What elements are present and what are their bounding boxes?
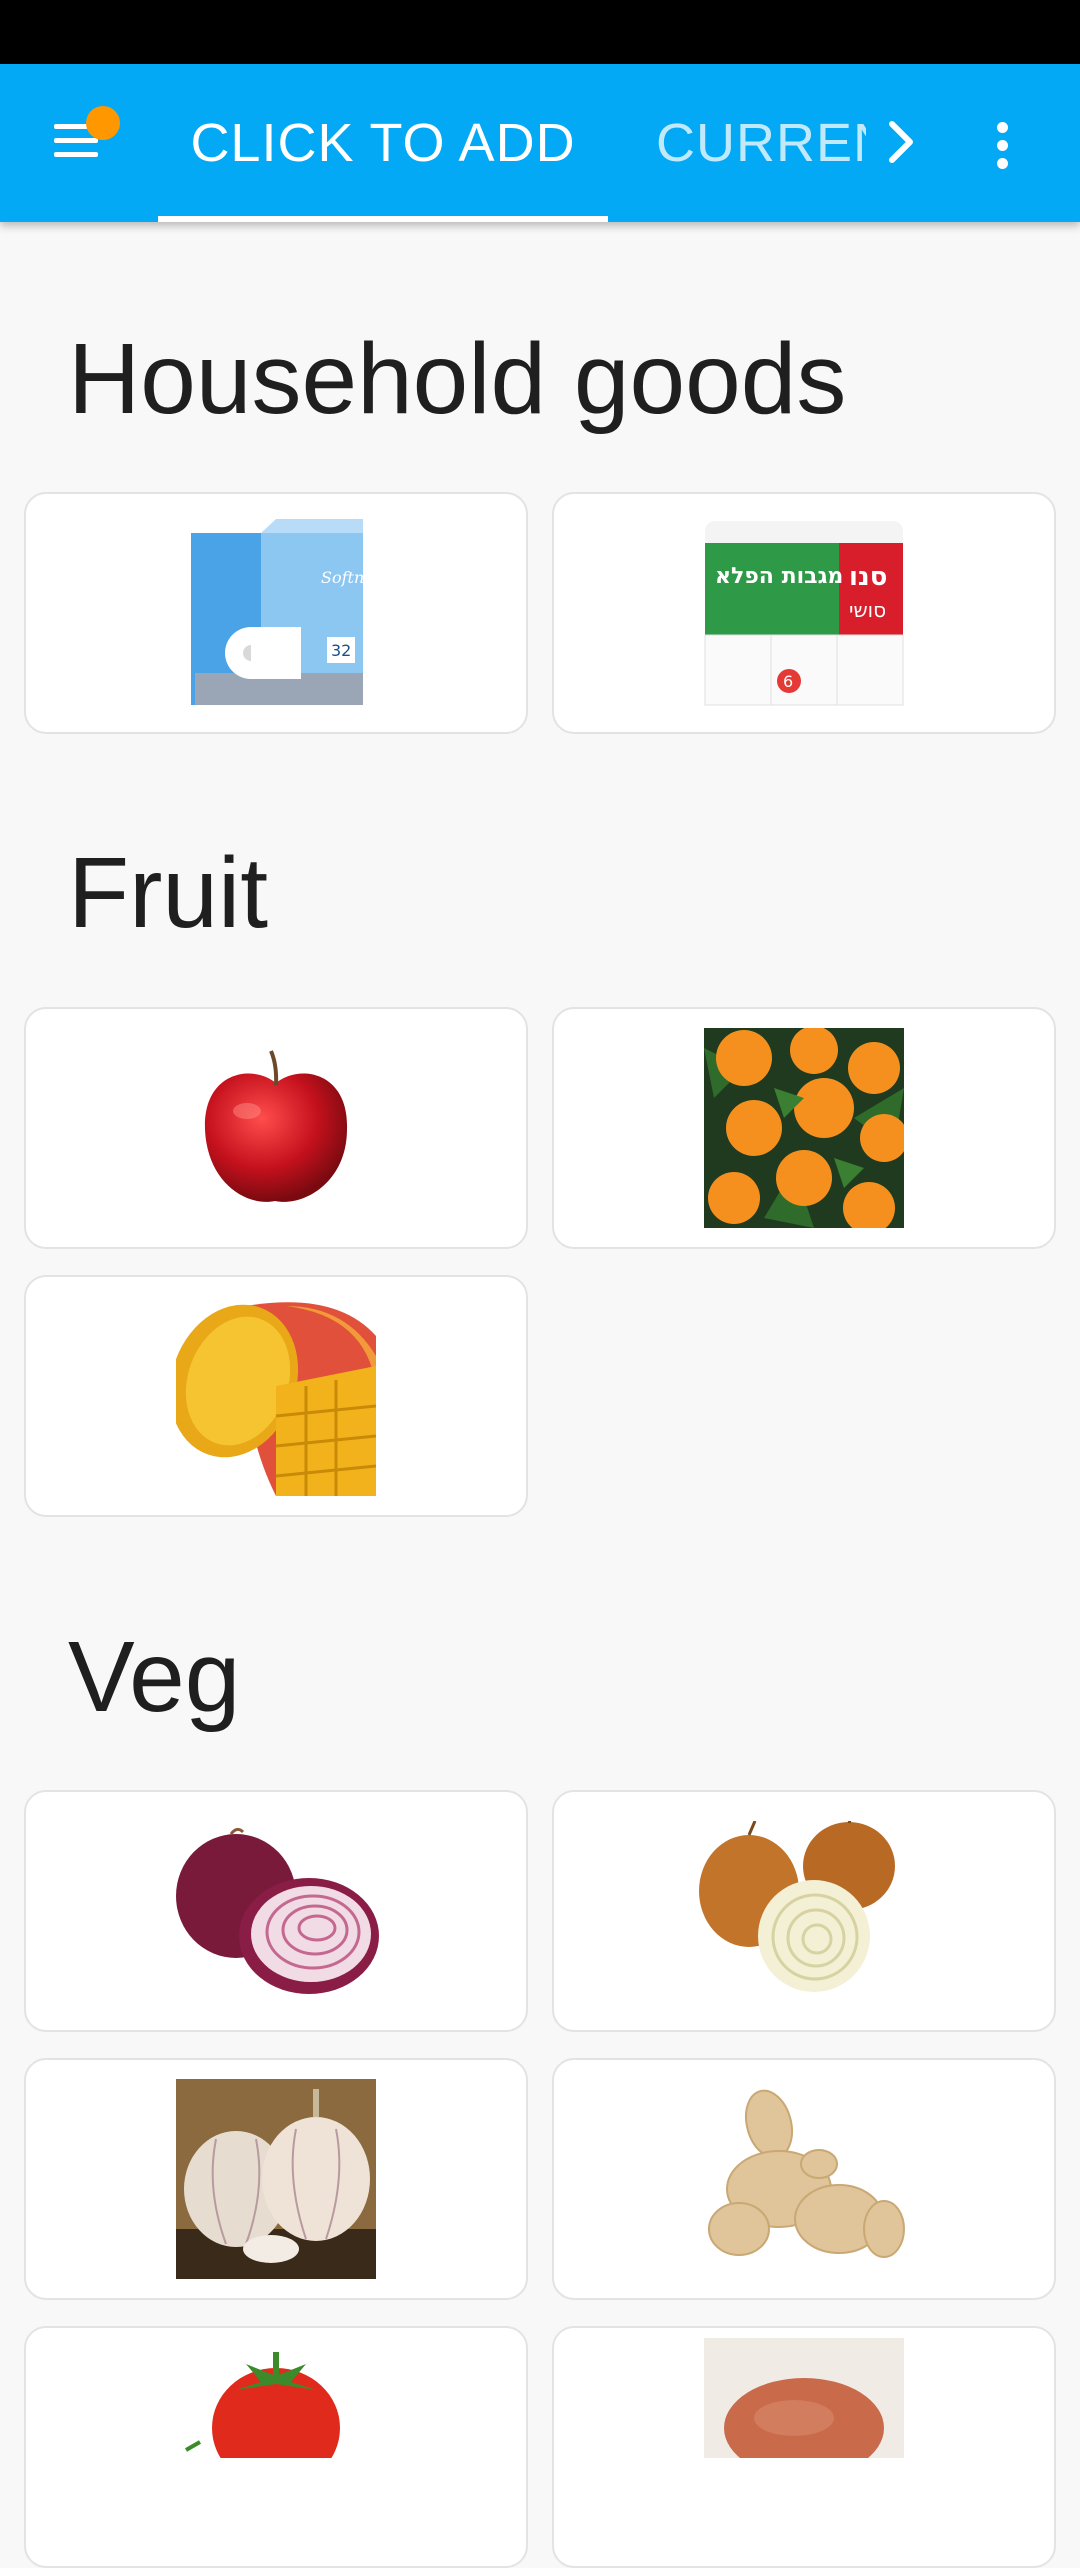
item-yellow-onions[interactable] [552,1790,1056,2032]
item-toilet-paper[interactable]: Softness 32 [24,492,528,734]
item-mango[interactable] [24,1275,528,1517]
more-options-icon[interactable] [972,110,1032,180]
section-title-fruit: Fruit [68,837,268,949]
item-garlic[interactable] [24,2058,528,2300]
item-paper-towels[interactable]: מגבות הפלא סנו סושי 6 [552,492,1056,734]
paper-towel-count: 6 [783,672,793,691]
tab-current[interactable]: CURREN [630,64,866,222]
item-tangerines[interactable] [552,1007,1056,1249]
red-onion-image [176,1827,379,1994]
sweet-potato-image [704,2338,904,2458]
tangerines-image [704,1028,904,1228]
item-tomato[interactable] [24,2326,528,2568]
toilet-paper-brand: Softness [321,568,371,587]
mango-image [176,1302,376,1496]
menu-icon-line [54,152,98,157]
menu-icon-line [54,138,98,143]
tab-click-to-add[interactable]: CLICK TO ADD [158,64,608,222]
item-sweet-potato[interactable] [552,2326,1056,2568]
paper-towel-subbrand: סושי [849,598,886,622]
ginger-image [708,2089,905,2258]
section-title-veg: Veg [68,1621,241,1733]
item-apple[interactable] [24,1007,528,1249]
toilet-paper-image: Softness 32 [191,519,371,705]
toilet-paper-count: 32 [331,641,351,660]
garlic-image [176,2079,376,2279]
yellow-onions-image [699,1821,895,1992]
apple-image [204,1050,348,1202]
status-bar [0,0,1080,64]
app-bar: CLICK TO ADD CURREN [0,64,1080,222]
notification-dot [86,106,120,140]
paper-towel-name: מגבות הפלא [715,564,843,589]
tomato-image [185,2352,340,2458]
item-red-onion[interactable] [24,1790,528,2032]
paper-towel-image: מגבות הפלא סנו סושי 6 [704,521,904,706]
item-ginger[interactable] [552,2058,1056,2300]
tab-indicator [158,216,608,222]
paper-towel-brand: סנו [849,562,887,592]
section-title-household: Household goods [68,323,847,435]
chevron-right-icon[interactable] [868,110,932,174]
